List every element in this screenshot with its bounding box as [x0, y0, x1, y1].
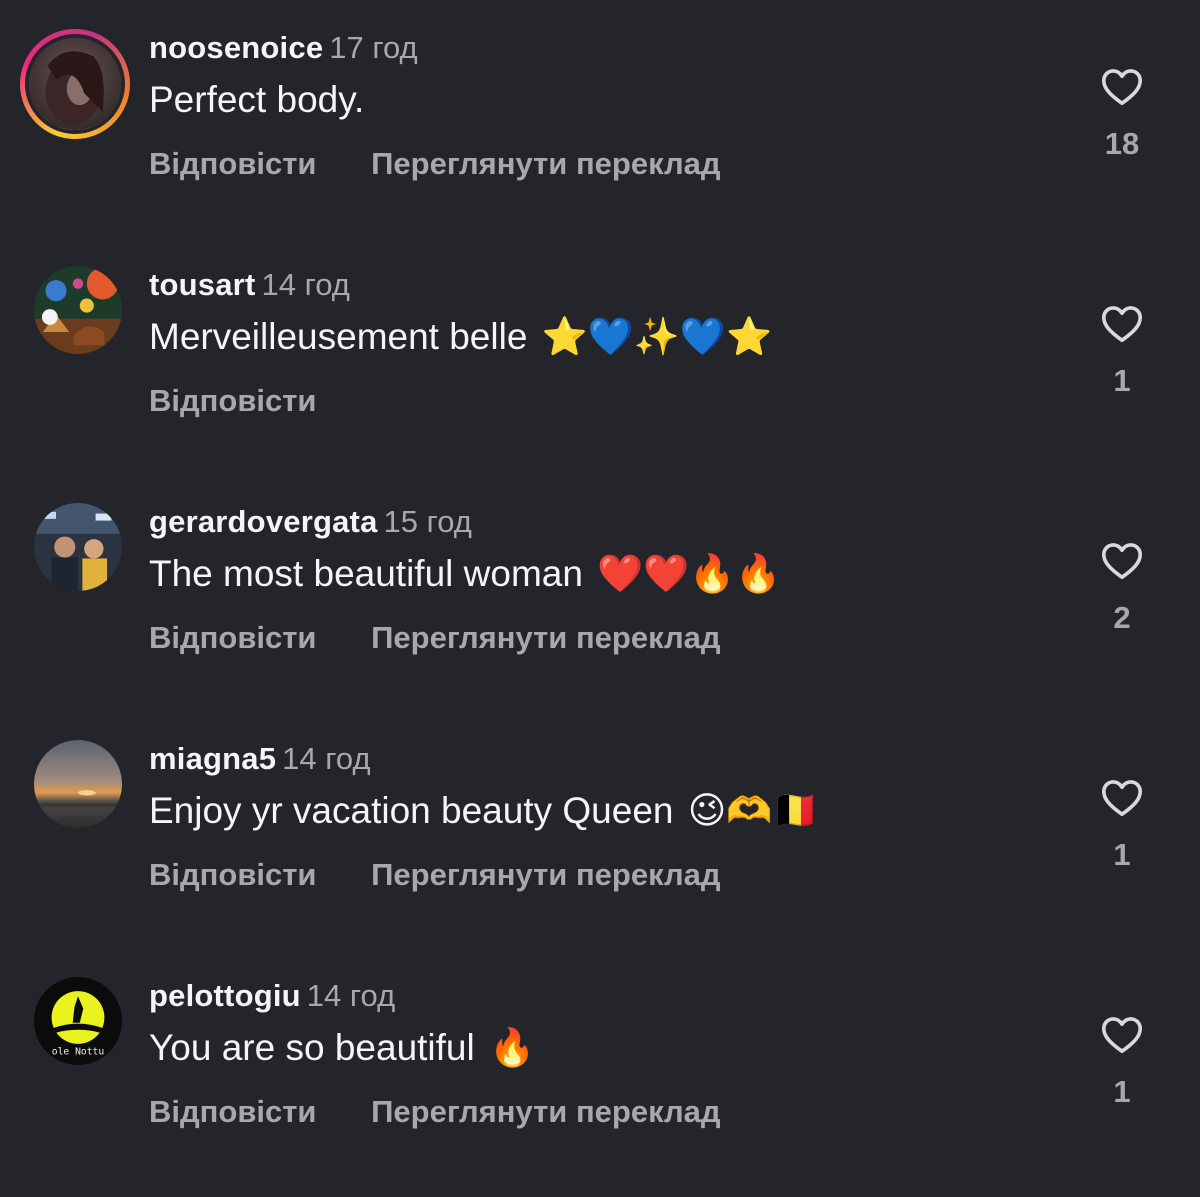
- comment-body: Enjoy yr vacation beauty Queen: [149, 790, 674, 831]
- heart-icon[interactable]: [1099, 538, 1145, 584]
- reply-button[interactable]: Відповісти: [149, 857, 317, 893]
- username[interactable]: noosenoice: [149, 30, 323, 65]
- heart-icon[interactable]: [1099, 775, 1145, 821]
- comment-item: ole Nottu pelottogiu 14 год You are so be…: [0, 948, 1200, 1168]
- timestamp: 14 год: [306, 978, 396, 1013]
- like-section: 1: [1080, 301, 1164, 399]
- comment-actions: Відповісти Переглянути переклад: [149, 857, 767, 893]
- comment-actions: Відповісти Переглянути переклад: [149, 620, 767, 656]
- avatar[interactable]: [34, 503, 122, 591]
- like-count: 18: [1104, 126, 1140, 161]
- timestamp: 14 год: [282, 741, 371, 776]
- comment-body: You are so beautiful: [149, 1027, 475, 1068]
- sunset-avatar-icon: [34, 740, 122, 828]
- logo-avatar-icon: ole Nottu: [34, 977, 122, 1065]
- username[interactable]: pelottogiu: [149, 978, 301, 1013]
- like-section: 1: [1080, 775, 1164, 873]
- like-count: 1: [1113, 837, 1131, 872]
- profile-photo-icon: [29, 38, 121, 130]
- like-count: 2: [1113, 600, 1131, 635]
- reply-button[interactable]: Відповісти: [149, 383, 317, 419]
- comment-body: The most beautiful woman: [149, 553, 583, 594]
- comment-text: Merveilleusement belle ⭐💙✨💙⭐: [149, 315, 772, 359]
- reply-button[interactable]: Відповісти: [149, 1094, 317, 1130]
- svg-text:ole Nottu: ole Nottu: [52, 1046, 104, 1057]
- comment-text: Enjoy yr vacation beauty Queen 😉🫶🇧🇪: [149, 789, 819, 833]
- heart-icon[interactable]: [1099, 64, 1145, 110]
- comment-list: noosenoice 17 год Perfect body. Відповіст…: [0, 0, 1200, 1197]
- comment-item: gerardovergata 15 год The most beautiful …: [0, 474, 1200, 694]
- like-section: 1: [1080, 1012, 1164, 1110]
- comment-header: pelottogiu 14 год: [149, 978, 395, 1014]
- comment-actions: Відповісти Переглянути переклад: [149, 1094, 767, 1130]
- comment-actions: Відповісти: [149, 383, 363, 419]
- avatar[interactable]: [20, 29, 130, 139]
- timestamp: 14 год: [261, 267, 350, 302]
- username[interactable]: tousart: [149, 267, 255, 302]
- comment-text: Perfect body.: [149, 78, 364, 122]
- comment-item: noosenoice 17 год Perfect body. Відповіст…: [0, 0, 1200, 220]
- avatar[interactable]: [34, 266, 122, 354]
- comment-header: gerardovergata 15 год: [149, 504, 472, 540]
- like-count: 1: [1113, 363, 1131, 398]
- see-translation-button[interactable]: Переглянути переклад: [371, 146, 720, 182]
- comment-item: tousart 14 год Merveilleusement belle ⭐💙✨…: [0, 237, 1200, 457]
- see-translation-button[interactable]: Переглянути переклад: [371, 1094, 720, 1130]
- username[interactable]: gerardovergata: [149, 504, 378, 539]
- comment-header: noosenoice 17 год: [149, 30, 418, 66]
- timestamp: 17 год: [329, 30, 418, 65]
- comment-emojis: 🔥: [489, 1026, 536, 1069]
- comment-text: The most beautiful woman ❤️❤️🔥🔥: [149, 552, 782, 596]
- see-translation-button[interactable]: Переглянути переклад: [371, 620, 720, 656]
- comment-body: Perfect body.: [149, 79, 365, 120]
- reply-button[interactable]: Відповісти: [149, 146, 317, 182]
- comment-text: You are so beautiful 🔥: [149, 1026, 535, 1070]
- like-section: 18: [1080, 64, 1164, 162]
- comment-emojis: ❤️❤️🔥🔥: [597, 552, 782, 595]
- heart-icon[interactable]: [1099, 1012, 1145, 1058]
- comment-header: tousart 14 год: [149, 267, 350, 303]
- comment-emojis: ⭐💙✨💙⭐: [541, 315, 773, 358]
- comment-header: miagna5 14 год: [149, 741, 371, 777]
- timestamp: 15 год: [383, 504, 472, 539]
- comment-item: miagna5 14 год Enjoy yr vacation beauty Q…: [0, 711, 1200, 931]
- username[interactable]: miagna5: [149, 741, 276, 776]
- like-count: 1: [1113, 1074, 1131, 1109]
- painting-avatar-icon: [34, 266, 122, 354]
- reply-button[interactable]: Відповісти: [149, 620, 317, 656]
- like-section: 2: [1080, 538, 1164, 636]
- comment-emojis: 😉🫶🇧🇪: [687, 789, 819, 832]
- avatar[interactable]: ole Nottu: [34, 977, 122, 1065]
- avatar[interactable]: [34, 740, 122, 828]
- people-photo-avatar-icon: [34, 503, 122, 591]
- heart-icon[interactable]: [1099, 301, 1145, 347]
- comment-body: Merveilleusement belle: [149, 316, 528, 357]
- see-translation-button[interactable]: Переглянути переклад: [371, 857, 720, 893]
- comment-actions: Відповісти Переглянути переклад: [149, 146, 767, 182]
